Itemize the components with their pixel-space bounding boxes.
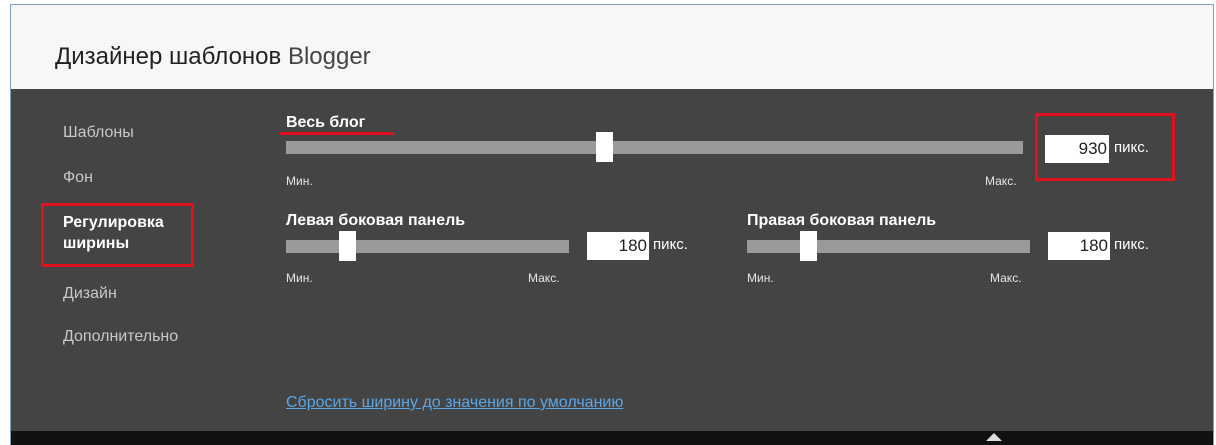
annotation-underline (280, 132, 394, 135)
header: Дизайнер шаблонов Blogger (11, 5, 1213, 89)
blog-width-max-label: Макс. (985, 174, 1017, 188)
blog-width-min-label: Мин. (286, 174, 313, 188)
sidebar-item-templates[interactable]: Шаблоны (63, 124, 134, 142)
blog-width-slider-track[interactable] (286, 141, 1023, 154)
left-sidebar-max-label: Макс. (528, 271, 560, 285)
title-prefix: Дизайнер шаблонов (55, 43, 282, 70)
collapse-arrow-icon[interactable] (986, 433, 1002, 441)
preview-bar (11, 431, 1213, 445)
blog-width-label: Весь блог (286, 114, 366, 131)
sidebar-item-advanced[interactable]: Дополнительно (63, 328, 178, 346)
title-brand: Blogger (287, 43, 371, 70)
annotation-box-sidebar (41, 203, 194, 267)
left-sidebar-input[interactable] (587, 232, 649, 260)
left-sidebar-label: Левая боковая панель (286, 212, 466, 229)
right-sidebar-unit: пикс. (1114, 236, 1149, 253)
sidebar-item-layout[interactable]: Дизайн (63, 285, 117, 303)
reset-widths-link[interactable]: Сбросить ширину до значения по умолчанию (286, 394, 623, 412)
right-sidebar-min-label: Мин. (747, 271, 774, 285)
left-sidebar-min-label: Мин. (286, 271, 313, 285)
page-title: Дизайнер шаблонов Blogger (55, 43, 371, 71)
right-sidebar-input[interactable] (1048, 232, 1110, 260)
blog-width-slider-thumb[interactable] (595, 132, 613, 162)
left-sidebar-slider-thumb[interactable] (339, 231, 357, 261)
right-sidebar-slider-track[interactable] (747, 240, 1030, 253)
left-sidebar-slider-track[interactable] (286, 240, 569, 253)
left-sidebar-unit: пикс. (653, 236, 688, 253)
right-sidebar-max-label: Макс. (990, 271, 1022, 285)
annotation-box-blog-width (1035, 113, 1175, 181)
right-sidebar-slider-thumb[interactable] (800, 231, 818, 261)
right-sidebar-label: Правая боковая панель (747, 212, 937, 229)
blogger-template-designer: Дизайнер шаблонов Blogger Шаблоны Фон Ре… (10, 4, 1214, 445)
sidebar-item-background[interactable]: Фон (63, 169, 93, 187)
